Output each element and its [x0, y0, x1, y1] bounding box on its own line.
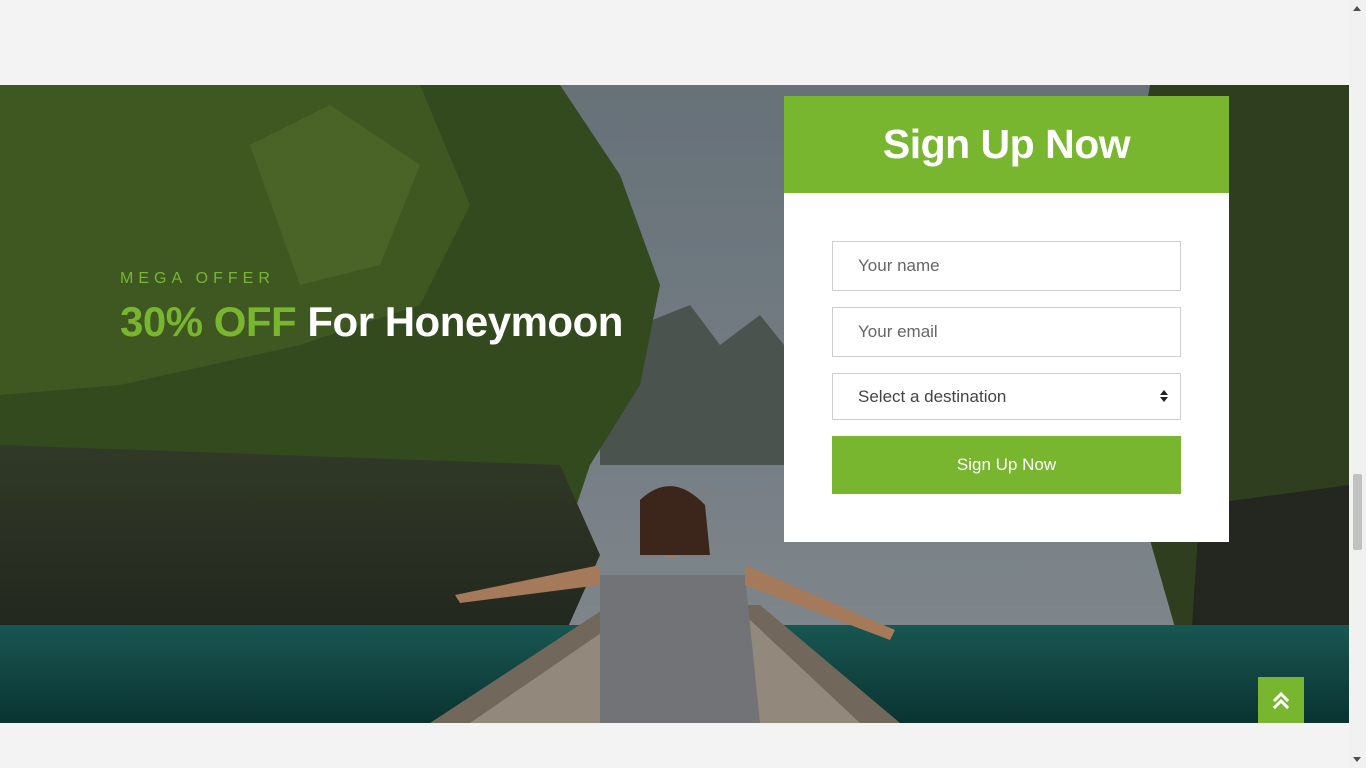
- scroll-down-icon[interactable]: [1353, 757, 1361, 762]
- offer-discount: 30% OFF: [120, 298, 297, 345]
- offer-headline: 30% OFF For Honeymoon: [120, 298, 623, 346]
- scrollbar-thumb[interactable]: [1353, 474, 1362, 550]
- signup-card: Sign Up Now Select a destination Sign Up…: [784, 96, 1229, 542]
- double-chevron-up-icon: [1273, 691, 1289, 709]
- email-input[interactable]: [832, 307, 1181, 357]
- destination-select-value: Select a destination: [858, 386, 1007, 406]
- offer-headline-text: For Honeymoon: [307, 298, 623, 345]
- select-arrows-icon: [1160, 390, 1168, 402]
- back-to-top-button[interactable]: [1258, 677, 1304, 723]
- signup-card-header: Sign Up Now: [784, 96, 1229, 193]
- offer-kicker: MEGA OFFER: [120, 270, 275, 287]
- name-input[interactable]: [832, 241, 1181, 291]
- scroll-up-icon[interactable]: [1353, 6, 1361, 11]
- signup-submit-button[interactable]: Sign Up Now: [832, 436, 1181, 494]
- page-scrollbar[interactable]: [1349, 0, 1366, 768]
- signup-title: Sign Up Now: [882, 121, 1131, 167]
- signup-form: Select a destination Sign Up Now: [784, 193, 1229, 494]
- destination-select[interactable]: Select a destination: [832, 373, 1181, 420]
- offer-block: MEGA OFFER 30% OFF For Honeymoon: [120, 270, 623, 346]
